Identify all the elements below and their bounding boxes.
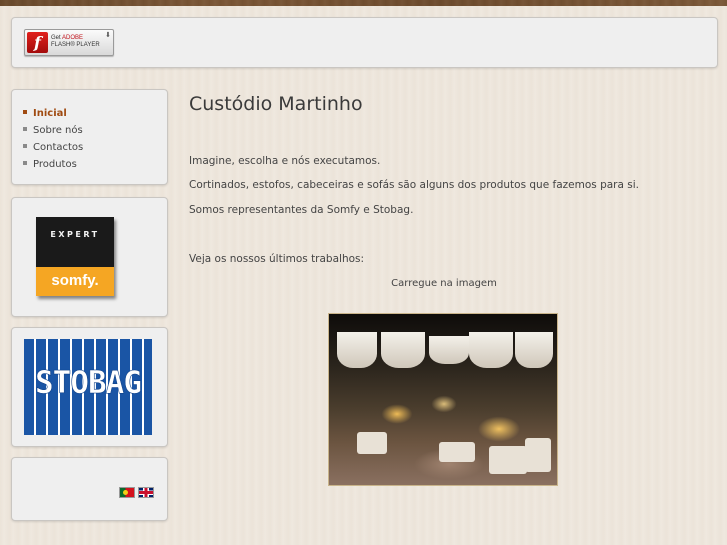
intro-paragraph: Imagine, escolha e nós executamos.	[189, 155, 381, 167]
somfy-brand-text: somfy.	[36, 267, 114, 296]
representatives-paragraph: Somos representantes da Somfy e Stobag.	[189, 204, 414, 216]
flash-badge-text: Get ADOBE FLASH® PLAYER	[51, 35, 100, 49]
nav-item-label: Contactos	[33, 142, 84, 153]
nav-menu-panel: Inicial Sobre nós Contactos Produtos	[11, 89, 168, 185]
stobag-panel: STOBAG	[11, 327, 168, 447]
flag-uk-icon[interactable]	[138, 487, 154, 498]
nav-item-label: Sobre nós	[33, 125, 83, 136]
stobag-logo-text: STOBAG	[35, 365, 142, 402]
page-background: f Get ADOBE FLASH® PLAYER ⬇ Inicial Sobr…	[0, 6, 727, 545]
bullet-icon	[23, 144, 27, 148]
products-paragraph: Cortinados, estofos, cabeceiras e sofás …	[189, 179, 639, 191]
flag-portugal-icon[interactable]	[119, 487, 135, 498]
download-arrow-icon: ⬇	[105, 31, 111, 39]
nav-item-label: Inicial	[33, 108, 67, 119]
nav-item-sobre-nos[interactable]: Sobre nós	[23, 122, 83, 139]
flash-icon: f	[27, 32, 48, 53]
get-flash-player-button[interactable]: f Get ADOBE FLASH® PLAYER ⬇	[24, 29, 114, 56]
bullet-icon	[23, 127, 27, 131]
photo-drape	[381, 332, 425, 368]
nav-item-label: Produtos	[33, 159, 77, 170]
header-panel: f Get ADOBE FLASH® PLAYER ⬇	[11, 17, 718, 68]
flash-player-text: FLASH® PLAYER	[51, 42, 100, 48]
photo-drape	[469, 332, 513, 368]
photo-chair	[489, 446, 527, 474]
photo-chair	[357, 432, 387, 454]
image-caption: Carregue na imagem	[391, 278, 497, 289]
somfy-logo-top: EXPERT	[36, 217, 114, 267]
language-panel	[11, 457, 168, 521]
page-title: Custódio Martinho	[189, 93, 363, 115]
somfy-expert-text: EXPERT	[50, 230, 100, 239]
bullet-icon	[23, 110, 27, 114]
photo-drape	[337, 332, 377, 368]
photo-drape	[515, 332, 553, 368]
gallery-photo[interactable]	[328, 313, 558, 486]
nav-item-contactos[interactable]: Contactos	[23, 139, 83, 156]
photo-chair	[439, 442, 475, 462]
photo-drape	[429, 336, 469, 364]
nav-item-produtos[interactable]: Produtos	[23, 156, 83, 173]
flash-get-text: Get	[51, 35, 61, 41]
somfy-panel: EXPERT somfy.	[11, 197, 168, 317]
stobag-logo[interactable]: STOBAG	[24, 339, 152, 435]
nav-item-inicial[interactable]: Inicial	[23, 105, 83, 122]
somfy-expert-logo[interactable]: EXPERT somfy.	[36, 217, 114, 296]
latest-work-paragraph: Veja os nossos últimos trabalhos:	[189, 253, 365, 265]
flash-adobe-text: ADOBE	[62, 35, 84, 41]
photo-chair	[525, 438, 551, 472]
nav-menu: Inicial Sobre nós Contactos Produtos	[23, 105, 83, 173]
bullet-icon	[23, 161, 27, 165]
